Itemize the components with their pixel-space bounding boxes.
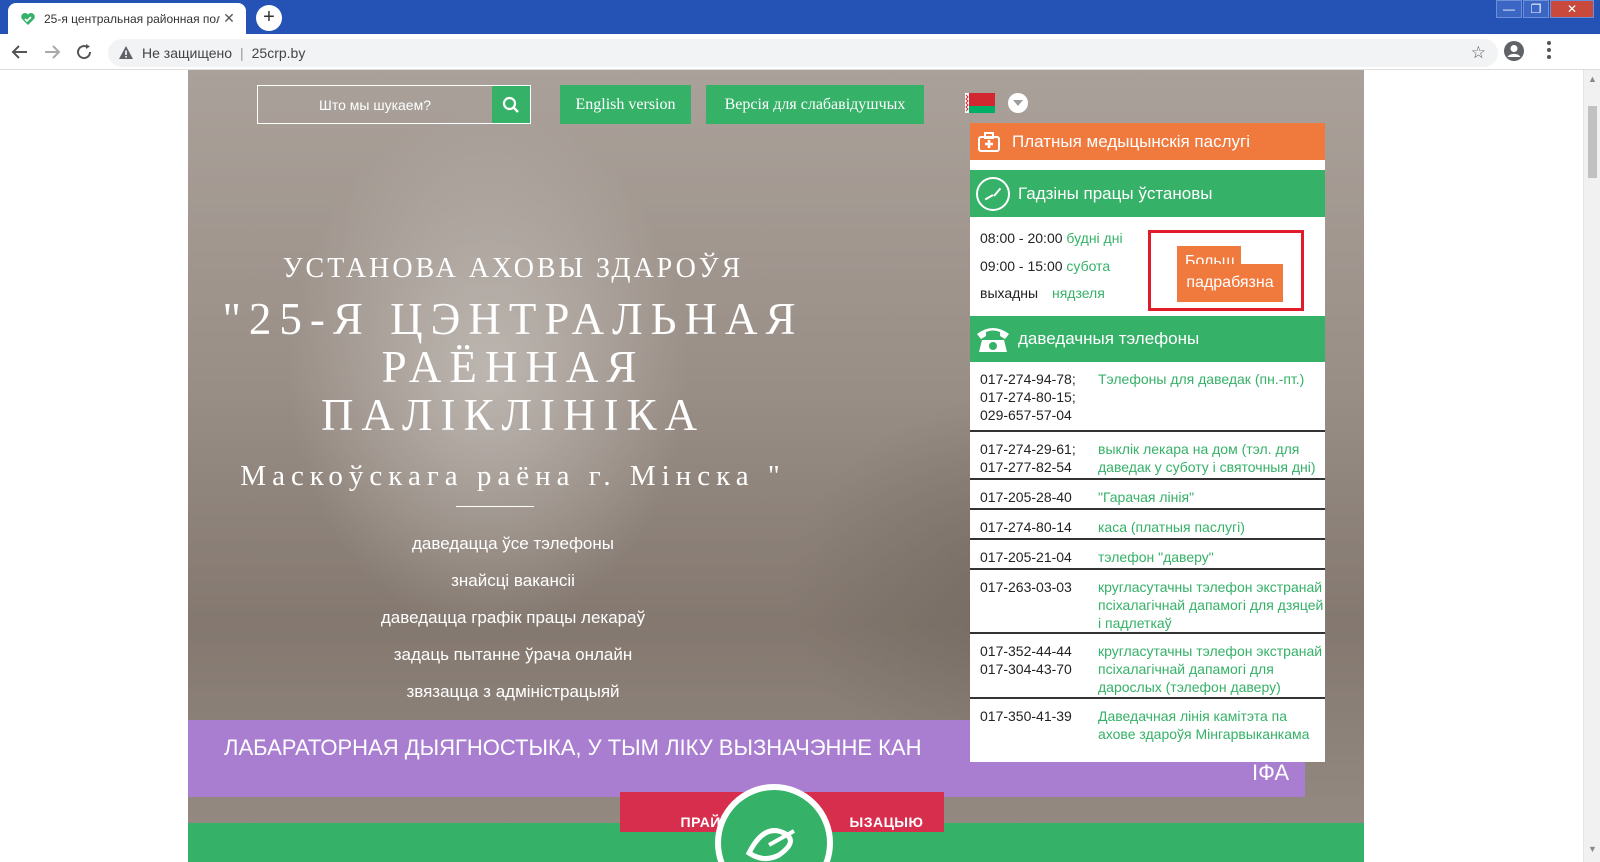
institution-name-line1: "25-Я ЦЭНТРАЛЬНАЯ xyxy=(222,294,804,344)
hours-day: будні дні xyxy=(1066,230,1123,246)
phone-row: 017-274-29-61; 017-277-82-54 выклік лека… xyxy=(970,432,1325,480)
tab-close-icon[interactable]: ✕ xyxy=(220,10,238,27)
phone-description[interactable]: тэлефон "даверу" xyxy=(1098,548,1326,566)
hours-day: нядзеля xyxy=(1051,285,1105,301)
link-ask-doctor[interactable]: задаць пытанне ўрача онлайн xyxy=(188,645,838,665)
search-icon xyxy=(502,96,519,113)
scroll-up-icon[interactable]: ▲ xyxy=(1588,74,1597,84)
back-arrow-icon[interactable] xyxy=(8,40,32,64)
hours-time: выхадны xyxy=(980,285,1039,301)
phone-numbers: 017-274-94-78; 017-274-80-15; 029-657-57… xyxy=(980,371,1076,423)
phone-numbers: 017-205-21-04 xyxy=(980,549,1072,565)
close-window-button[interactable]: ✕ xyxy=(1550,0,1594,18)
omnibox-separator: | xyxy=(240,45,244,61)
browser-menu-icon[interactable] xyxy=(1546,41,1552,59)
phone-description[interactable]: кругласутачны тэлефон экстранай псіхалаг… xyxy=(1098,642,1326,696)
phone-numbers: 017-350-41-39 xyxy=(980,708,1072,724)
phone-row: 017-263-03-03 кругласутачны тэлефон экст… xyxy=(970,570,1325,634)
heart-favicon-icon xyxy=(20,11,36,27)
low-vision-version-button[interactable]: Версія для слабавідушчых xyxy=(706,85,924,124)
institution-district: Маскоўскага раёна г. Мінска " xyxy=(240,460,786,492)
title-divider xyxy=(456,506,534,507)
phone-row: 017-274-94-78; 017-274-80-15; 029-657-57… xyxy=(970,362,1325,432)
not-secure-label: Не защищено xyxy=(142,45,232,61)
warning-triangle-icon xyxy=(118,45,134,61)
page-scrollbar[interactable]: ▲ ▼ xyxy=(1583,70,1600,862)
clock-icon xyxy=(976,176,1010,211)
phone-description[interactable]: Тэлефоны для даведак (пн.-пт.) xyxy=(1098,370,1326,388)
phone-numbers: 017-205-28-40 xyxy=(980,489,1072,505)
url-text: 25crp.by xyxy=(251,45,306,61)
link-contact-admin[interactable]: звязацца з адміністрацыяй xyxy=(188,682,838,702)
phone-description[interactable]: выклік лекара на дом (тэл. для даведак у… xyxy=(1098,440,1326,476)
hours-row-weekdays: 08:00 - 20:00 будні дні xyxy=(980,230,1123,246)
phone-numbers: 017-263-03-03 xyxy=(980,579,1072,595)
hours-time: 08:00 - 20:00 xyxy=(980,230,1063,246)
search-button[interactable] xyxy=(492,86,530,123)
browser-tab[interactable]: 25-я центральная районная полик ✕ xyxy=(8,3,246,34)
more-partial-button[interactable]: Больш xyxy=(1177,246,1241,264)
info-panel: Платныя медыцынскія паслугі Гадзіны прац… xyxy=(970,123,1325,762)
bookmark-star-icon[interactable]: ☆ xyxy=(1471,43,1486,63)
forward-arrow-icon[interactable] xyxy=(40,40,64,64)
phone-description[interactable]: "Гарачая лінія" xyxy=(1098,488,1326,506)
window-controls: — ❐ ✕ xyxy=(1495,0,1594,18)
working-hours-title: Гадзіны працы ўстановы xyxy=(1018,183,1213,203)
phone-numbers: 017-274-29-61; 017-277-82-54 xyxy=(980,441,1076,475)
profile-avatar-icon[interactable] xyxy=(1503,40,1525,62)
scrollbar-thumb[interactable] xyxy=(1588,106,1597,178)
tab-title: 25-я центральная районная полик xyxy=(44,11,220,26)
phone-description[interactable]: кругласутачны тэлефон экстранай псіхалаг… xyxy=(1098,578,1326,632)
more-details-button[interactable]: падрабязна xyxy=(1177,264,1283,302)
new-tab-button[interactable]: + xyxy=(256,5,282,31)
working-hours-header: Гадзіны працы ўстановы xyxy=(970,170,1325,217)
browser-titlebar: 25-я центральная районная полик ✕ + — ❐ … xyxy=(0,0,1600,34)
scroll-down-icon[interactable]: ▼ xyxy=(1588,844,1597,854)
banner-text-end: ІФА xyxy=(1251,760,1289,785)
reference-phones-header: даведачныя тэлефоны xyxy=(970,316,1325,362)
maximize-button[interactable]: ❐ xyxy=(1523,0,1549,18)
hours-time: 09:00 - 15:00 xyxy=(980,258,1063,274)
link-all-phones[interactable]: даведацца ўсе тэлефоны xyxy=(188,534,838,554)
phone-numbers: 017-274-80-14 xyxy=(980,519,1072,535)
reload-icon[interactable] xyxy=(72,40,96,64)
belarus-flag-icon[interactable] xyxy=(965,93,995,113)
phone-row: 017-352-44-44 017-304-43-70 кругласутачн… xyxy=(970,634,1325,699)
institution-name-line3: ПАЛІКЛІНІКА xyxy=(320,390,705,440)
english-version-button[interactable]: English version xyxy=(560,85,691,124)
institution-name-line2: РАЁННАЯ xyxy=(381,342,645,392)
paid-services-label: Платныя медыцынскія паслугі xyxy=(1012,131,1250,151)
site-search xyxy=(257,85,531,124)
link-vacancies[interactable]: знайсці вакансіі xyxy=(188,571,838,591)
hours-row-saturday: 09:00 - 15:00 субота xyxy=(980,258,1110,274)
search-input[interactable] xyxy=(258,86,492,123)
paid-services-link[interactable]: Платныя медыцынскія паслугі xyxy=(970,123,1325,160)
price-button-label-right: ЫЗАЦЫЮ xyxy=(849,814,924,830)
reference-phones-title: даведачныя тэлефоны xyxy=(1018,329,1200,348)
minimize-button[interactable]: — xyxy=(1496,0,1522,18)
link-doctor-schedule[interactable]: даведацца графік працы лекараў xyxy=(188,608,838,628)
institution-type: УСТАНОВА АХОВЫ ЗДАРОЎЯ xyxy=(282,253,744,284)
phone-row: 017-350-41-39 Даведачная лінія камітэта … xyxy=(970,699,1325,762)
phone-description[interactable]: каса (платныя паслугі) xyxy=(1098,518,1326,536)
phone-row: 017-205-21-04 тэлефон "даверу" xyxy=(970,540,1325,570)
institution-name: "25-Я ЦЭНТРАЛЬНАЯ РАЁННАЯ ПАЛІКЛІНІКА xyxy=(188,295,838,439)
phone-row: 017-205-28-40 "Гарачая лінія" xyxy=(970,480,1325,510)
hours-day: субота xyxy=(1066,258,1111,274)
phone-row: 017-274-80-14 каса (платныя паслугі) xyxy=(970,510,1325,540)
hours-row-sunday: выхадны нядзеля xyxy=(980,285,1105,301)
chevron-down-icon[interactable] xyxy=(1008,93,1028,113)
address-bar[interactable]: Не защищено | 25crp.by ☆ xyxy=(108,39,1498,67)
browser-toolbar: Не защищено | 25crp.by ☆ xyxy=(0,34,1600,70)
medical-case-icon xyxy=(978,131,1000,153)
phone-numbers: 017-352-44-44 017-304-43-70 xyxy=(980,643,1072,677)
page-viewport: English version Версія для слабавідушчых… xyxy=(0,70,1583,862)
telephone-icon xyxy=(974,324,1012,354)
phone-description[interactable]: Даведачная лінія камітэта па ахове здаро… xyxy=(1098,707,1326,743)
